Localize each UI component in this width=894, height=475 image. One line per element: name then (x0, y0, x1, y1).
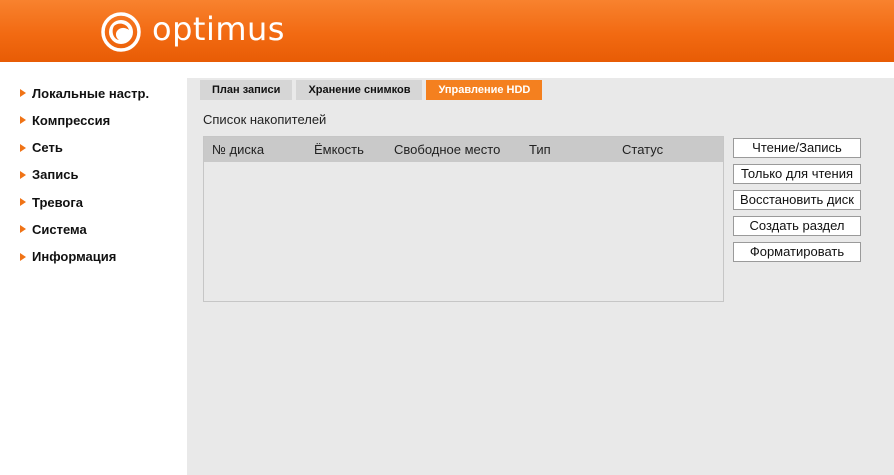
arrow-right-icon (20, 252, 26, 261)
menu-item-label: Тревога (32, 194, 84, 210)
menu-item-label: Локальные настр. (32, 85, 150, 101)
column-capacity: Ёмкость (314, 142, 364, 157)
arrow-right-icon (20, 89, 26, 97)
column-status: Статус (622, 142, 664, 157)
arrow-right-icon (20, 170, 26, 179)
restore-disk-button[interactable]: Восстановить диск (733, 190, 861, 210)
menu-item-label: Сеть (32, 140, 63, 156)
read-only-button[interactable]: Только для чтения (733, 164, 861, 184)
read-write-button[interactable]: Чтение/Запись (733, 138, 861, 158)
tab-hdd-management[interactable]: Управление HDD (426, 80, 543, 100)
side-menu: Локальные настр. Компрессия Сеть Запись … (20, 84, 185, 275)
menu-item-alarm[interactable]: Тревога (20, 193, 185, 211)
action-buttons: Чтение/Запись Только для чтения Восстано… (733, 138, 861, 268)
tab-bar: План записи Хранение снимков Управление … (200, 80, 546, 100)
table-header: № диска Ёмкость Свободное место Тип Стат… (204, 137, 723, 162)
column-disk-number: № диска (212, 142, 265, 157)
tab-record-schedule[interactable]: План записи (200, 80, 293, 100)
menu-item-label: Система (32, 221, 87, 237)
arrow-right-icon (20, 198, 26, 207)
content-panel: План записи Хранение снимков Управление … (187, 78, 894, 475)
menu-item-system[interactable]: Система (20, 220, 185, 238)
optimus-logo-icon (101, 12, 141, 52)
arrow-right-icon (20, 143, 26, 152)
menu-item-record[interactable]: Запись (20, 166, 185, 184)
arrow-right-icon (20, 225, 26, 234)
arrow-right-icon (20, 116, 26, 125)
column-type: Тип (529, 142, 551, 157)
menu-item-compression[interactable]: Компрессия (20, 111, 185, 129)
menu-item-label: Запись (32, 167, 79, 183)
storage-table: № диска Ёмкость Свободное место Тип Стат… (203, 136, 724, 302)
tab-snapshot-storage[interactable]: Хранение снимков (296, 80, 423, 100)
header-bar: optimus (0, 0, 894, 62)
menu-item-local-settings[interactable]: Локальные настр. (20, 84, 185, 102)
menu-item-label: Информация (32, 249, 117, 265)
storage-list-title: Список накопителей (203, 112, 327, 127)
column-free-space: Свободное место (394, 142, 501, 157)
menu-item-information[interactable]: Информация (20, 248, 185, 266)
menu-item-label: Компрессия (32, 112, 111, 128)
menu-item-network[interactable]: Сеть (20, 139, 185, 157)
brand-name: optimus (152, 10, 285, 48)
create-partition-button[interactable]: Создать раздел (733, 216, 861, 236)
format-button[interactable]: Форматировать (733, 242, 861, 262)
